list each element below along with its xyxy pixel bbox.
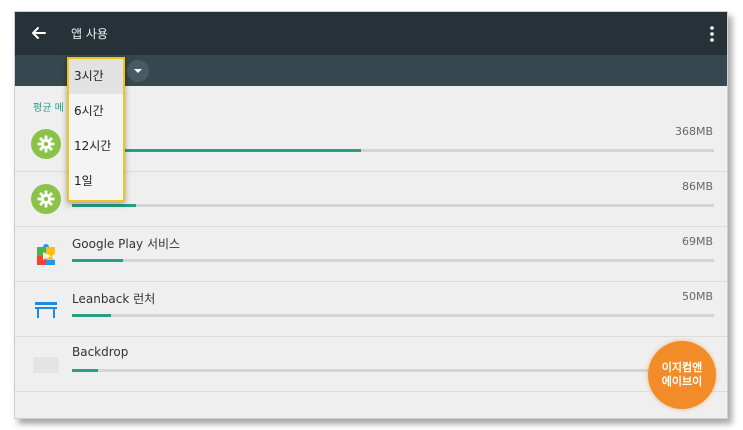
page-title: 앱 사용: [71, 27, 108, 41]
settings-gear-icon: [31, 129, 61, 159]
app-row[interactable]: Leanback 런처 50MB: [15, 282, 727, 337]
usage-bar-track: [72, 149, 714, 152]
app-name: Google Play 서비스: [72, 237, 181, 251]
section-label: 평균 메: [33, 103, 64, 114]
usage-bar-fill: [72, 204, 137, 207]
usage-bar-fill: [72, 369, 98, 372]
option-12h[interactable]: 12시간: [69, 129, 123, 164]
puzzle-piece-icon: [31, 239, 61, 269]
app-name: Backdrop: [72, 345, 129, 359]
app-name: Leanback 런처: [72, 292, 156, 306]
time-range-dropdown[interactable]: 3시간 6시간 12시간 1일: [67, 57, 125, 202]
usage-bar-track: [72, 259, 714, 262]
back-arrow-icon[interactable]: [29, 23, 49, 43]
watermark-line-2: 에이브이: [661, 375, 703, 388]
settings-gear-icon: [31, 184, 61, 214]
app-row[interactable]: Backdrop: [15, 337, 727, 392]
app-memory-size: 50MB: [681, 290, 713, 303]
usage-bar-fill: [72, 314, 111, 317]
app-bar: 앱 사용: [15, 12, 727, 55]
watermark-logo: 이지컴앤 에이브이: [648, 341, 716, 409]
option-3h[interactable]: 3시간: [69, 59, 123, 94]
app-memory-size: 69MB: [681, 235, 713, 248]
usage-bar-fill: [72, 259, 124, 262]
usage-bar-track: [72, 314, 714, 317]
app-usage-screen: 앱 사용 평균 메 S368MB스템86MBGoogle Play 서비스69M…: [14, 11, 728, 419]
more-options-icon[interactable]: [707, 24, 717, 44]
app-memory-size: 86MB: [681, 180, 713, 193]
app-row[interactable]: Google Play 서비스 69MB: [15, 227, 727, 282]
usage-bar-track: [72, 204, 714, 207]
usage-bar-track: [72, 369, 714, 372]
launcher-icon: [31, 294, 61, 324]
watermark-line-1: 이지컴앤: [661, 361, 703, 374]
option-6h[interactable]: 6시간: [69, 94, 123, 129]
app-memory-size: 368MB: [674, 125, 713, 138]
blank-app-icon: [31, 349, 61, 379]
dropdown-arrow-icon[interactable]: [127, 60, 149, 82]
option-1d[interactable]: 1일: [69, 164, 123, 199]
